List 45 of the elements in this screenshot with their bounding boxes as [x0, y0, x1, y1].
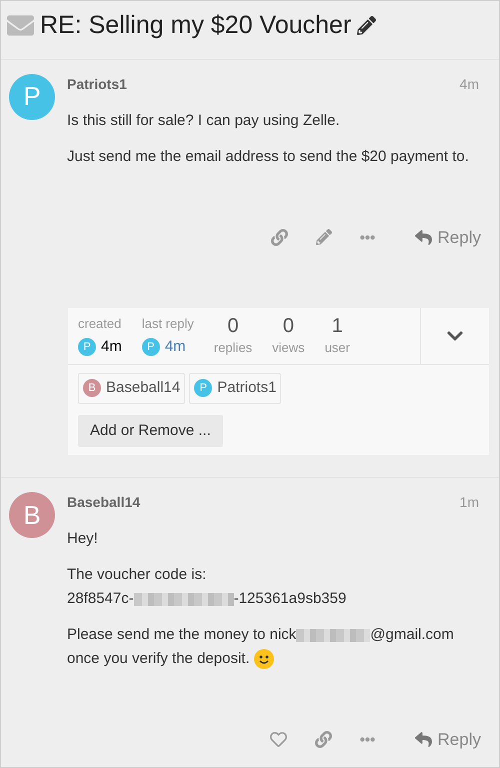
post-text: Hey!	[67, 529, 99, 549]
post-text: 28f8547c-	[67, 590, 134, 607]
post-text: Just send me the email address to send the $20 payment to.	[67, 146, 470, 166]
post-time: 4m	[460, 74, 479, 94]
smiley-icon	[254, 649, 274, 670]
time-text: 4m	[101, 336, 122, 356]
heart-icon	[270, 731, 287, 748]
avatar[interactable]: P	[194, 379, 212, 398]
post-text: -125361a9sb359	[234, 590, 346, 607]
add-remove-button[interactable]: Add or Remove ...	[78, 414, 223, 447]
avatar[interactable]: B	[83, 379, 101, 398]
stat-label: views	[272, 339, 305, 358]
stat-label: created	[78, 315, 122, 333]
participant-chip[interactable]: B Baseball14	[78, 373, 186, 404]
username[interactable]: Baseball14	[67, 492, 140, 513]
participant-name: Patriots1	[217, 378, 276, 398]
post-time: 1m	[460, 493, 479, 512]
stat-label: user	[324, 339, 350, 358]
avatar[interactable]: B	[9, 492, 55, 538]
stat-label: last reply	[142, 315, 194, 333]
reply-icon	[414, 228, 432, 246]
stat-value: 1	[332, 314, 343, 338]
reply-button[interactable]: Reply	[410, 723, 485, 756]
avatar[interactable]: P	[78, 338, 96, 356]
stat-value: 0	[282, 314, 294, 338]
avatar[interactable]: P	[9, 74, 55, 120]
link-icon	[270, 228, 288, 246]
topic-title: RE: Selling my $20 Voucher	[40, 10, 352, 41]
participant-chip[interactable]: P Patriots1	[189, 373, 282, 404]
time-text: 4m	[164, 336, 186, 356]
post-text: @gmail.com	[370, 626, 454, 643]
stat-value: 0	[227, 314, 239, 338]
post-text: once you verify the deposit.	[67, 650, 250, 667]
username[interactable]: Patriots1	[67, 74, 127, 94]
post-text: Please send me the money to nick	[67, 626, 296, 643]
reply-icon	[414, 731, 432, 748]
post-text: The voucher code is:	[67, 566, 206, 583]
link-icon	[314, 731, 332, 748]
pencil-icon[interactable]	[357, 16, 376, 36]
participant-name: Baseball14	[106, 378, 180, 398]
post-text: Is this still for sale? I can pay using Zelle.	[67, 110, 341, 130]
avatar[interactable]: P	[142, 338, 160, 356]
stat-label: replies	[214, 339, 252, 358]
reply-button[interactable]: Reply	[410, 220, 485, 254]
pencil-icon	[316, 229, 332, 246]
